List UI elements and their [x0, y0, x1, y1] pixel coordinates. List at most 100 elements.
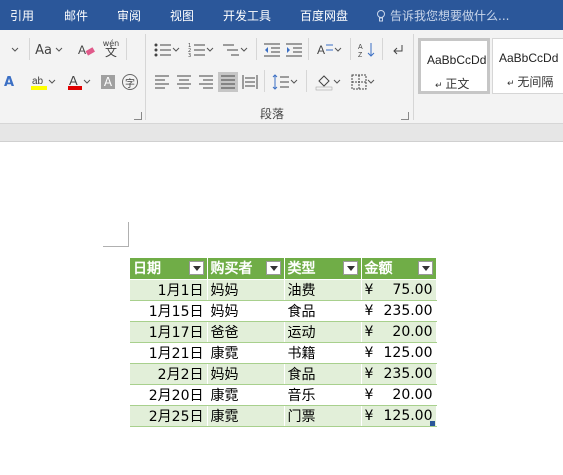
styles-gallery: AaBbCcDd ↵ 正文 AaBbCcDd ↵ 无间隔 [418, 38, 563, 94]
eraser-icon: A [78, 43, 95, 57]
sort-button[interactable]: AZ [356, 40, 378, 60]
header-amount-label: 金额 [364, 261, 393, 278]
margin-corner-mark [128, 222, 129, 247]
font-color-icon: A [68, 73, 82, 90]
table-row: 2月25日 康霓 门票 ¥125.00 [130, 405, 437, 427]
paragraph-dialog-launcher[interactable] [401, 112, 409, 120]
show-paragraph-marks-button[interactable] [388, 40, 408, 60]
cell-date[interactable]: 1月21日 [130, 342, 208, 364]
cell-date[interactable]: 2月25日 [130, 405, 208, 427]
svg-text:A: A [78, 43, 86, 57]
tab-review[interactable]: 审阅 [117, 7, 141, 24]
expense-table[interactable]: 日期 购买者 类型 金额 1月1日 妈妈 油费 ¥75.00 1月15日 妈妈 食品 ¥235… [130, 258, 437, 427]
tell-me-search[interactable]: 告诉我您想要做什么... [376, 7, 509, 24]
character-shading-button[interactable]: A [98, 72, 118, 92]
svg-text:A: A [358, 44, 363, 51]
shading-button[interactable] [312, 72, 344, 92]
enclose-characters-button[interactable]: 字 [120, 72, 140, 92]
table-resize-handle[interactable] [430, 421, 435, 426]
cell-amount[interactable]: ¥20.00 [361, 384, 437, 406]
numbered-list-icon: 123 [188, 43, 205, 57]
change-case-button[interactable]: Aa [34, 40, 64, 60]
phonetic-guide-bottom: 文 [104, 45, 117, 59]
decrease-indent-button[interactable] [262, 40, 282, 60]
clear-format-button[interactable]: A [76, 40, 98, 60]
numbering-button[interactable]: 123 [186, 40, 216, 60]
cell-buyer[interactable]: 康霓 [207, 342, 285, 364]
header-buyer[interactable]: 购买者 [207, 258, 285, 280]
cell-buyer[interactable]: 康霓 [207, 405, 285, 427]
font-dialog-launcher[interactable] [134, 112, 142, 120]
cell-amount[interactable]: ¥235.00 [361, 300, 437, 322]
currency-symbol: ¥ [364, 365, 374, 382]
tab-developer[interactable]: 开发工具 [223, 7, 271, 24]
tab-mailings[interactable]: 邮件 [64, 7, 88, 24]
filter-dropdown-icon[interactable] [265, 261, 281, 275]
cell-amount[interactable]: ¥235.00 [361, 363, 437, 385]
filter-dropdown-icon[interactable] [417, 261, 433, 275]
style-normal[interactable]: AaBbCcDd ↵ 正文 [418, 38, 490, 94]
ribbon-tab-bar: 引用 邮件 审阅 视图 开发工具 百度网盘 告诉我您想要做什么... [0, 0, 563, 30]
borders-button[interactable] [348, 72, 378, 92]
chevron-down-icon [367, 79, 375, 84]
distributed-align-icon [242, 75, 258, 89]
align-right-button[interactable] [196, 72, 216, 92]
font-size-decrease-button[interactable] [4, 40, 26, 60]
chevron-down-icon [240, 47, 248, 52]
cell-type[interactable]: 运动 [284, 321, 362, 343]
chinese-layout-button[interactable]: A [314, 40, 344, 60]
line-spacing-button[interactable] [270, 72, 300, 92]
cell-date[interactable]: 2月2日 [130, 363, 208, 385]
align-left-button[interactable] [152, 72, 172, 92]
cell-date[interactable]: 2月20日 [130, 384, 208, 406]
cell-amount[interactable]: ¥125.00 [361, 342, 437, 364]
cell-type[interactable]: 音乐 [284, 384, 362, 406]
tab-references[interactable]: 引用 [10, 7, 34, 24]
cell-amount[interactable]: ¥75.00 [361, 279, 437, 301]
tab-view[interactable]: 视图 [170, 7, 194, 24]
phonetic-guide-button[interactable]: wén 文 [100, 38, 122, 58]
chevron-down-icon [55, 47, 63, 52]
align-center-button[interactable] [174, 72, 194, 92]
bullets-button[interactable] [152, 40, 182, 60]
cell-type[interactable]: 门票 [284, 405, 362, 427]
amount-value: 125.00 [383, 344, 433, 361]
cell-buyer[interactable]: 康霓 [207, 384, 285, 406]
cell-type[interactable]: 油费 [284, 279, 362, 301]
svg-text:3: 3 [188, 53, 191, 57]
style-name: ↵ 正文 [435, 77, 470, 91]
increase-indent-button[interactable] [284, 40, 304, 60]
cell-buyer[interactable]: 爸爸 [207, 321, 285, 343]
tab-baidu-netdisk[interactable]: 百度网盘 [300, 7, 348, 24]
distributed-button[interactable] [240, 72, 260, 92]
align-left-icon [155, 75, 169, 89]
header-date[interactable]: 日期 [130, 258, 208, 280]
cell-type[interactable]: 食品 [284, 300, 362, 322]
header-amount[interactable]: 金额 [361, 258, 437, 280]
header-type[interactable]: 类型 [284, 258, 362, 280]
highlight-color-button[interactable]: ab [26, 72, 60, 92]
text-effects-button[interactable]: A [0, 72, 18, 92]
filter-dropdown-icon[interactable] [342, 261, 358, 275]
cell-type[interactable]: 书籍 [284, 342, 362, 364]
header-type-label: 类型 [287, 261, 316, 278]
cell-date[interactable]: 1月17日 [130, 321, 208, 343]
justify-button[interactable] [218, 72, 238, 92]
justify-icon [221, 75, 235, 89]
filter-dropdown-icon[interactable] [188, 261, 204, 275]
cell-buyer[interactable]: 妈妈 [207, 300, 285, 322]
character-shading-label: A [100, 75, 116, 89]
cell-buyer[interactable]: 妈妈 [207, 363, 285, 385]
font-color-button[interactable]: A [64, 72, 94, 92]
cell-date[interactable]: 1月15日 [130, 300, 208, 322]
cell-type[interactable]: 食品 [284, 363, 362, 385]
cell-buyer[interactable]: 妈妈 [207, 279, 285, 301]
chevron-down-icon [334, 47, 342, 52]
cell-amount[interactable]: ¥20.00 [361, 321, 437, 343]
cell-amount[interactable]: ¥125.00 [361, 405, 437, 427]
amount-value: 235.00 [383, 365, 433, 382]
style-no-spacing[interactable]: AaBbCcDd ↵ 无间隔 [492, 38, 563, 94]
amount-value: 125.00 [383, 407, 433, 424]
multilevel-list-button[interactable] [220, 40, 250, 60]
cell-date[interactable]: 1月1日 [130, 279, 208, 301]
